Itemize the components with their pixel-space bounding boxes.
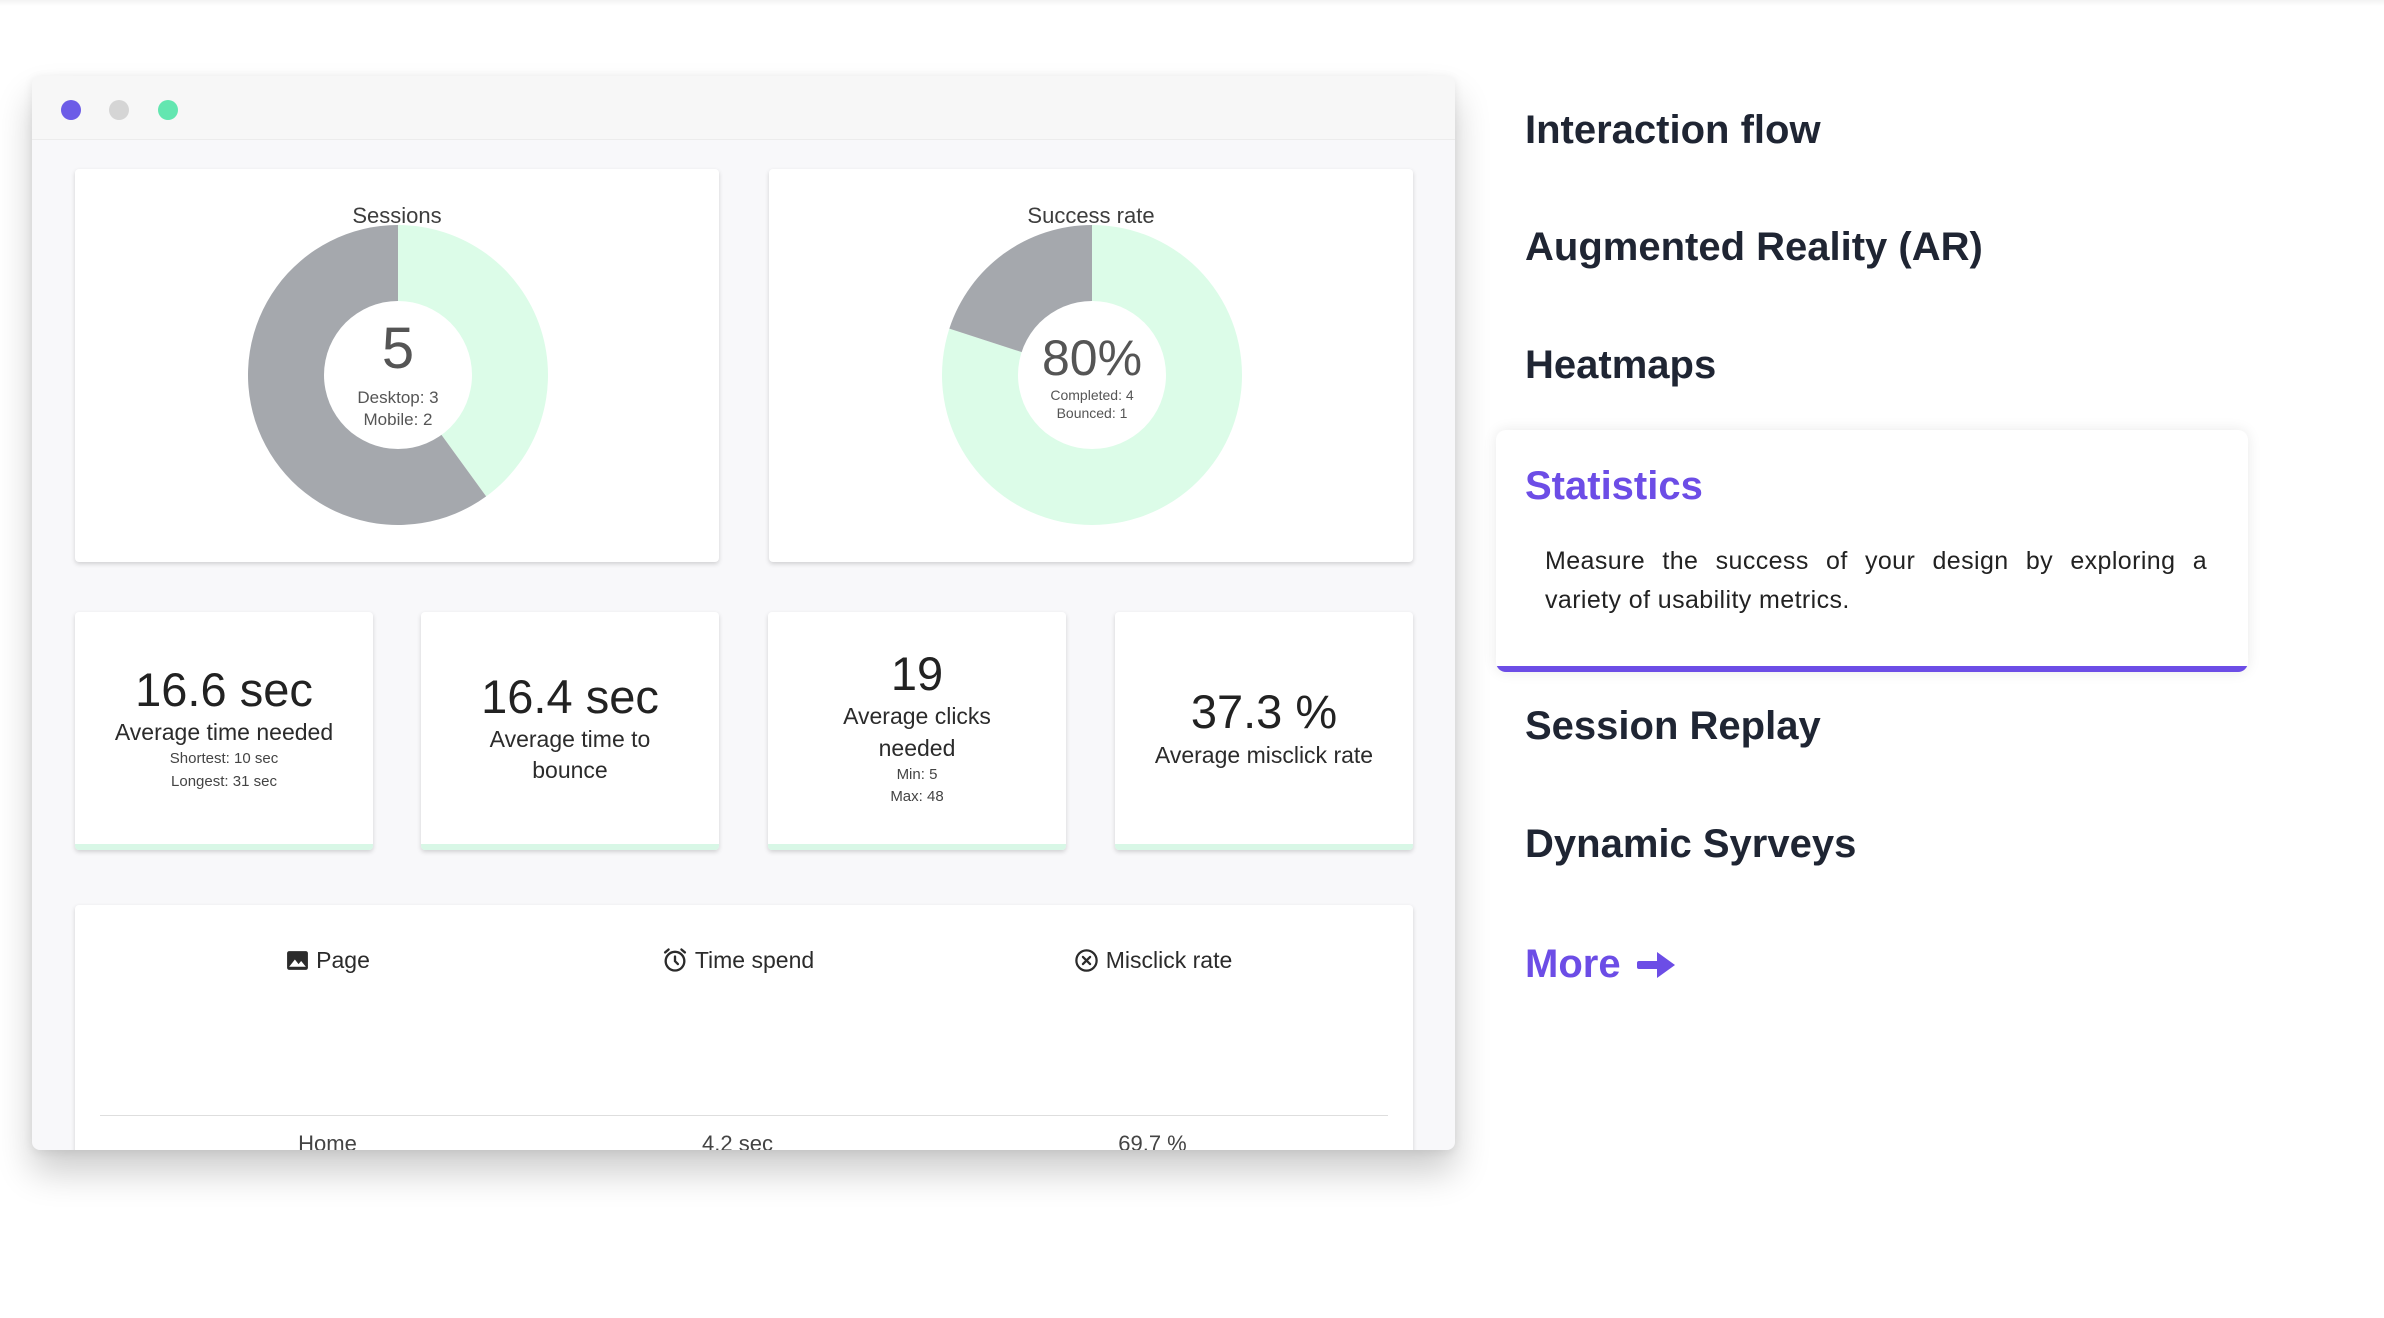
more-link-label: More — [1525, 942, 1621, 986]
feature-session-replay[interactable]: Session Replay — [1525, 704, 1821, 749]
arrow-right-icon — [1635, 949, 1677, 981]
metric-value: 19 — [890, 647, 944, 701]
table-divider — [100, 1115, 1388, 1116]
window-titlebar — [32, 76, 1455, 140]
feature-dynamic-surveys[interactable]: Dynamic Syrveys — [1525, 822, 1856, 867]
more-link[interactable]: More — [1525, 942, 1677, 987]
metric-value: 16.4 sec — [481, 669, 659, 723]
table-cell-misclick: 69.7 % — [1118, 1131, 1187, 1150]
sessions-donut-chart: 5 Desktop: 3 Mobile: 2 — [248, 225, 548, 525]
column-header-label: Page — [316, 946, 370, 973]
metric-label: Average misclick rate — [1154, 741, 1374, 768]
sessions-card: Sessions 5 Desktop: 3 Mobile: 2 — [75, 169, 719, 562]
metric-sub-min: Min: 5 — [896, 765, 938, 783]
success-bounced-count: Bounced: 1 — [1057, 405, 1128, 421]
sessions-mobile-count: Mobile: 2 — [364, 410, 433, 429]
window-dot-purple[interactable] — [61, 100, 81, 120]
metric-value: 16.6 sec — [135, 662, 313, 716]
feature-statistics-card[interactable]: Statistics Measure the success of your d… — [1496, 430, 2248, 672]
metric-value: 37.3 % — [1190, 685, 1338, 739]
alarm-clock-icon — [661, 946, 689, 974]
metric-sub-max: Max: 48 — [890, 788, 944, 806]
feature-statistics-description: Measure the success of your design by ex… — [1545, 547, 2207, 614]
app-window: Sessions 5 Desktop: 3 Mobile: 2 Success … — [32, 76, 1455, 1150]
feature-interaction-flow[interactable]: Interaction flow — [1525, 108, 1821, 153]
metric-sub-shortest: Shortest: 10 sec — [169, 750, 279, 768]
metric-card-misclick-rate: 37.3 % Average misclick rate — [1115, 612, 1413, 850]
success-rate-card: Success rate 80% Completed: 4 Bounced: 1 — [769, 169, 1413, 562]
window-dot-green[interactable] — [158, 100, 178, 120]
x-circle-icon — [1073, 947, 1100, 974]
window-dot-gray[interactable] — [109, 100, 129, 120]
success-completed-count: Completed: 4 — [1050, 387, 1133, 403]
feature-heatmaps[interactable]: Heatmaps — [1525, 343, 1716, 388]
success-rate-value: 80% — [1042, 330, 1142, 386]
metric-label: Average clicks needed — [843, 703, 991, 761]
metric-card-avg-clicks: 19 Average clicks needed Min: 5 Max: 48 — [768, 612, 1066, 850]
column-header-label: Time spend — [694, 946, 815, 973]
feature-statistics-title[interactable]: Statistics — [1525, 464, 1703, 509]
sessions-desktop-count: Desktop: 3 — [357, 388, 438, 407]
metric-label: Average time needed — [114, 719, 334, 745]
image-icon — [285, 948, 310, 973]
success-rate-donut-chart: 80% Completed: 4 Bounced: 1 — [942, 225, 1242, 525]
column-header-misclick-rate[interactable]: Misclick rate — [900, 905, 1405, 1015]
metric-card-time-to-bounce: 16.4 sec Average time to bounce — [421, 612, 719, 850]
page-top-edge — [0, 0, 2384, 6]
sessions-value: 5 — [382, 316, 414, 381]
metric-card-avg-time: 16.6 sec Average time needed Shortest: 1… — [75, 612, 373, 850]
metric-label: Average time to bounce — [489, 725, 651, 784]
pages-table: Page Time spend Misclick rate Home 4.2 s… — [75, 905, 1413, 1150]
feature-augmented-reality[interactable]: Augmented Reality (AR) — [1525, 225, 1983, 270]
metric-sub-longest: Longest: 31 sec — [171, 772, 277, 790]
column-header-label: Misclick rate — [1105, 946, 1233, 973]
